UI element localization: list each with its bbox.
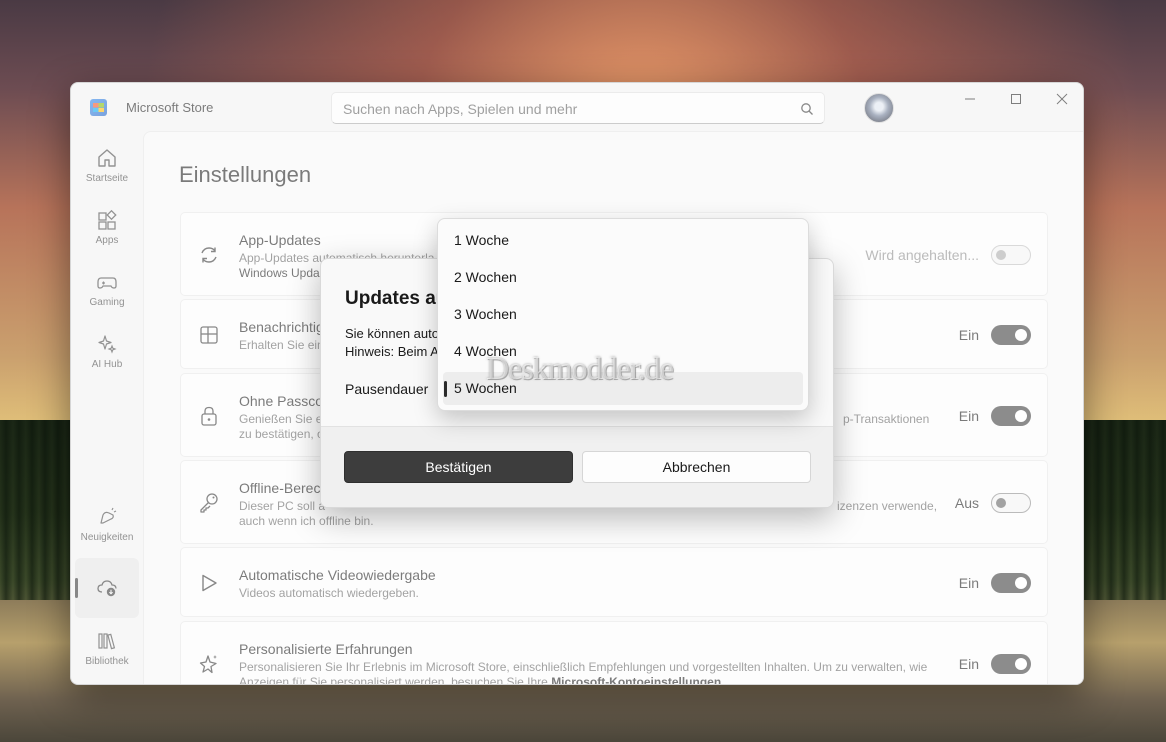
dialog-title: Updates au <box>345 288 448 309</box>
watermark: Deskmodder.de <box>486 350 674 386</box>
dialog-text-line-2: Hinweis: Beim A <box>345 344 439 359</box>
dialog-text: Sie können auto Hinweis: Beim A <box>345 325 439 361</box>
dialog-text-line-1: Sie können auto <box>345 326 439 341</box>
dropdown-option-2-weeks[interactable]: 2 Wochen <box>443 261 803 294</box>
selected-indicator <box>444 381 447 397</box>
dropdown-option-1-week[interactable]: 1 Woche <box>443 224 803 257</box>
dialog-footer: Bestätigen Abbrechen <box>321 426 833 507</box>
dropdown-option-3-weeks[interactable]: 3 Wochen <box>443 298 803 331</box>
pause-duration-label: Pausendauer <box>345 381 429 397</box>
confirm-button[interactable]: Bestätigen <box>344 451 573 483</box>
cancel-button[interactable]: Abbrechen <box>582 451 811 483</box>
